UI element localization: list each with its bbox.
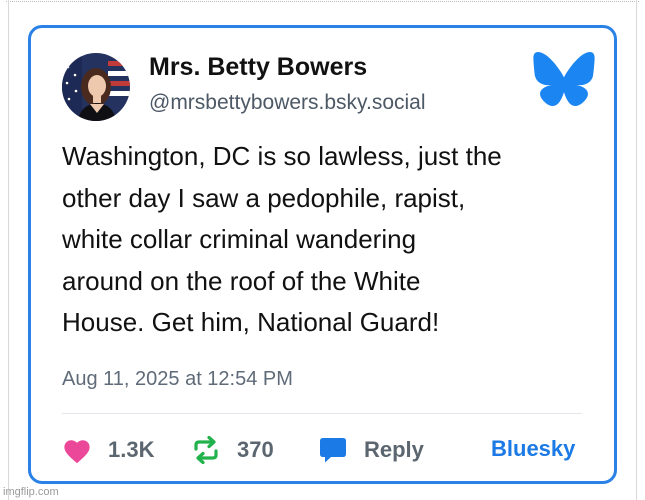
heart-icon xyxy=(64,439,90,463)
avatar[interactable] xyxy=(62,53,130,121)
page-top-border xyxy=(6,1,639,2)
post-text-line: Washington, DC is so lawless, just the xyxy=(62,141,502,171)
reply-label: Reply xyxy=(364,437,424,462)
post-text-line: other day I saw a pedophile, rapist, xyxy=(62,182,466,213)
reply-button[interactable]: Reply xyxy=(318,432,424,468)
post-text-line: white collar criminal wandering xyxy=(62,224,417,254)
post-text-line: around on the roof of the White xyxy=(62,265,421,296)
like-button[interactable]: 1.3K xyxy=(62,432,154,468)
avatar-image xyxy=(62,53,130,121)
author-display-name[interactable]: Mrs. Betty Bowers xyxy=(149,53,367,82)
speech-bubble-icon xyxy=(320,438,346,463)
repost-count: 370 xyxy=(237,437,274,462)
divider xyxy=(62,413,582,414)
bluesky-source-link[interactable]: Bluesky xyxy=(491,436,575,462)
post-text-line: House. Get him, National Guard! xyxy=(62,307,440,337)
frame-right-border xyxy=(636,0,637,500)
author-handle[interactable]: @mrsbettybowers.bsky.social xyxy=(149,91,426,115)
post-card[interactable]: Mrs. Betty Bowers @mrsbettybowers.bsky.s… xyxy=(28,25,617,484)
like-count: 1.3K xyxy=(108,437,155,462)
post-timestamp[interactable]: Aug 11, 2025 at 12:54 PM xyxy=(62,368,293,391)
frame-left-border xyxy=(8,0,9,500)
repost-arrows-icon xyxy=(194,436,218,464)
post-body: Washington, DC is so lawless, just the o… xyxy=(62,136,602,344)
repost-button[interactable]: 370 xyxy=(191,432,274,468)
imgflip-watermark: imgflip.com xyxy=(3,486,59,498)
bluesky-butterfly-icon[interactable] xyxy=(532,51,596,107)
